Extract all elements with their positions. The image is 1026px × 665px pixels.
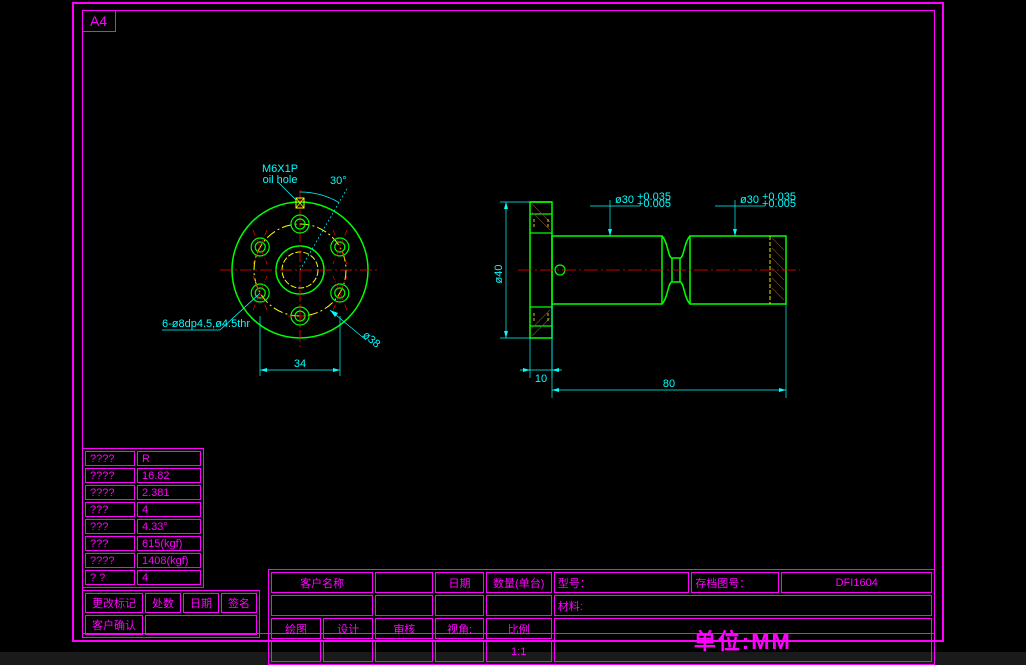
material-label: 材料:: [554, 595, 932, 616]
customer-confirm: 客户确认: [85, 615, 143, 635]
rev-header: 更改标记: [85, 593, 143, 613]
inner-frame: [82, 10, 935, 634]
revision-table: 更改标记 处数 日期 签名 客户确认: [82, 590, 260, 638]
sheet-size-label: A4: [90, 13, 107, 29]
rev-header: 签名: [221, 593, 257, 613]
qty-label: 数量(单台): [486, 572, 552, 593]
title-block: 客户名称 日期 数量(单台) 型号： 存档图号： DFI1604 材料: 绘图 …: [268, 569, 935, 665]
customer-label: 客户名称: [271, 572, 373, 593]
table-row: ????R: [85, 451, 201, 466]
table-row: ????1408(kgf): [85, 553, 201, 568]
draw-label: 绘图: [271, 618, 321, 639]
design-label: 设计: [323, 618, 373, 639]
sheet-size-box: A4: [82, 10, 116, 32]
rev-header: 处数: [145, 593, 181, 613]
cad-canvas: A4: [0, 0, 1026, 652]
table-row: ???4: [85, 502, 201, 517]
table-row: ? ?4: [85, 570, 201, 585]
table-row: ????2.381: [85, 485, 201, 500]
table-row: ???4.33°: [85, 519, 201, 534]
archive-number: DFI1604: [781, 572, 932, 593]
model-label: 型号：: [554, 572, 689, 593]
rev-header: 日期: [183, 593, 219, 613]
check-label: 审核: [375, 618, 433, 639]
parameter-table: ????R ????16.82 ????2.381 ???4 ???4.33° …: [82, 448, 204, 588]
unit-label: 单位:MM: [694, 629, 792, 654]
archive-label: 存档图号：: [691, 572, 779, 593]
table-row: ????16.82: [85, 468, 201, 483]
scale-label: 比例: [486, 618, 552, 639]
date-label: 日期: [435, 572, 483, 593]
view-label: 视角:: [435, 618, 483, 639]
table-row: ???615(kgf): [85, 536, 201, 551]
